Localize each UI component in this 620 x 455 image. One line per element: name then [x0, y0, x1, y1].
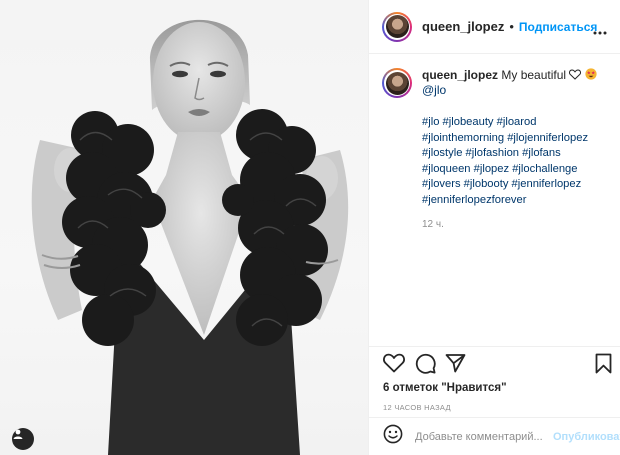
caption-body: queen_jlopez My beautiful @jlo #jlo #jlo… — [422, 68, 610, 232]
likes-suffix: "Нравится" — [441, 382, 507, 394]
heart-icon[interactable] — [383, 353, 405, 378]
publish-button[interactable]: Опубликовать — [553, 431, 620, 443]
star-struck-icon — [585, 68, 597, 80]
caption-avatar[interactable] — [382, 68, 412, 98]
bookmark-icon[interactable] — [595, 353, 612, 379]
tagged-users-button[interactable] — [12, 428, 34, 450]
post-photo[interactable] — [0, 0, 368, 455]
caption-text: My beautiful — [501, 68, 567, 82]
post-timestamp: 12 ЧАСОВ НАЗАД — [383, 403, 451, 412]
mention-link[interactable]: @jlo — [422, 83, 610, 98]
emoji-icon[interactable] — [383, 424, 403, 449]
share-icon[interactable] — [445, 353, 466, 378]
likes-number: 6 отметок — [383, 382, 438, 394]
white-heart-icon — [569, 69, 582, 80]
avatar-image — [385, 71, 409, 95]
separator-dot: • — [509, 19, 514, 34]
likes-count[interactable]: 6 отметок "Нравится" — [383, 382, 507, 394]
instagram-post: queen_jlopez • Подписаться queen_jlopez … — [0, 0, 620, 455]
caption: queen_jlopez My beautiful @jlo #jlo #jlo… — [382, 68, 610, 232]
caption-username[interactable]: queen_jlopez — [422, 68, 498, 82]
caption-time: 12 ч. — [422, 219, 444, 230]
avatar[interactable] — [382, 11, 412, 42]
header-username[interactable]: queen_jlopez — [422, 19, 504, 34]
user-icon — [13, 429, 23, 439]
comment-input[interactable] — [415, 430, 547, 443]
more-options-icon[interactable] — [593, 22, 607, 40]
avatar-image — [385, 15, 409, 38]
hashtags[interactable]: #jlo #jlobeauty #jloarod #jlointhemornin… — [422, 115, 612, 208]
photo-illustration — [31, 19, 349, 455]
post-header: queen_jlopez • Подписаться — [369, 0, 620, 54]
post-sidebar: queen_jlopez • Подписаться queen_jlopez … — [368, 0, 620, 455]
follow-button[interactable]: Подписаться — [519, 20, 597, 34]
comment-bar: Опубликовать — [369, 417, 620, 455]
comment-icon[interactable] — [415, 353, 436, 379]
